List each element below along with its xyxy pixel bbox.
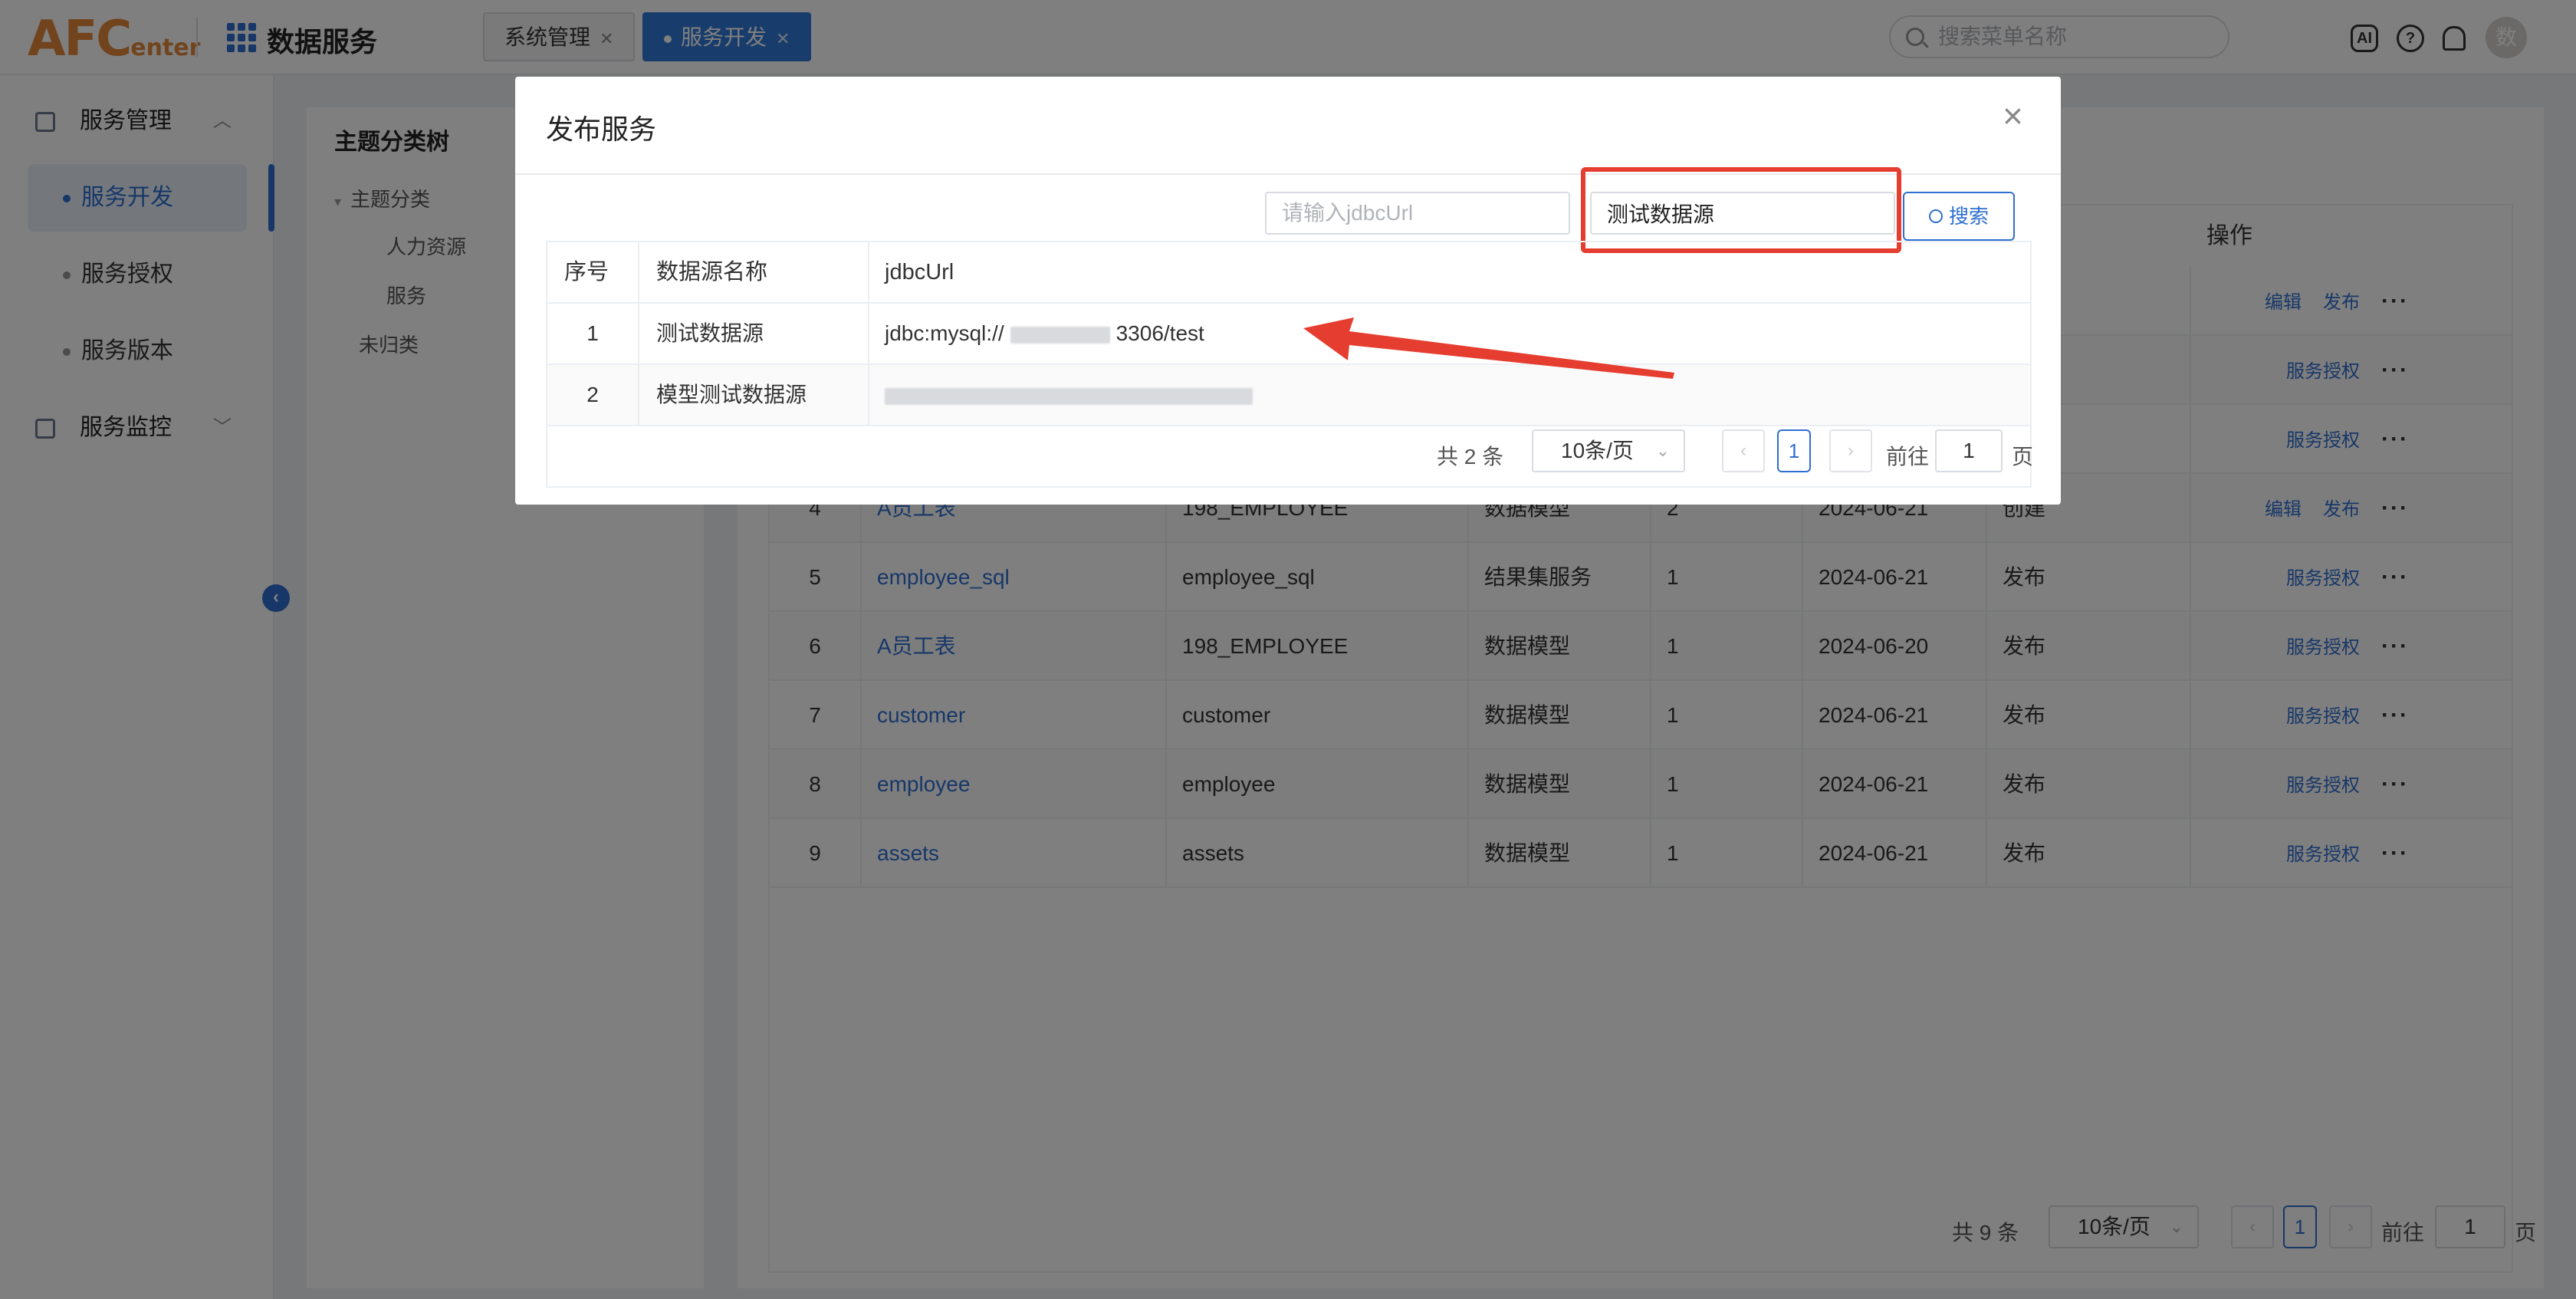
row-jdbc-url: jdbc:mysql:// 3306/test bbox=[869, 304, 2030, 363]
column-header-jdbc: jdbcUrl bbox=[885, 260, 955, 284]
search-button[interactable]: 搜索 bbox=[1903, 192, 2015, 241]
table-row[interactable]: 1 测试数据源 jdbc:mysql:// 3306/test bbox=[547, 304, 2030, 365]
total-count: 共 2 条 bbox=[1437, 445, 1504, 469]
redacted-block bbox=[1010, 326, 1110, 344]
jdbc-url-suffix: 3306/test bbox=[1116, 321, 1204, 345]
next-page-button[interactable]: › bbox=[1829, 429, 1872, 472]
row-datasource-name: 模型测试数据源 bbox=[639, 365, 869, 425]
prev-page-button[interactable]: ‹ bbox=[1722, 429, 1765, 472]
column-header-name: 数据源名称 bbox=[639, 242, 869, 302]
table-row[interactable]: 2 模型测试数据源 bbox=[547, 365, 2030, 426]
datasource-table-pager: 共 2 条 10条/页 ⌄ ‹ 1 › 前往 1 页 bbox=[1437, 429, 2033, 475]
jdbc-url-prefix: jdbc:mysql:// bbox=[885, 321, 1004, 345]
row-no: 1 bbox=[547, 304, 639, 363]
page-size-value: 10条/页 bbox=[1561, 439, 1634, 462]
row-no: 2 bbox=[547, 365, 639, 425]
page-number-1[interactable]: 1 bbox=[1777, 429, 1811, 472]
row-datasource-name: 测试数据源 bbox=[639, 304, 869, 363]
goto-label: 前往 bbox=[1886, 445, 1930, 469]
chevron-down-icon: ⌄ bbox=[1655, 441, 1670, 460]
goto-page-input[interactable]: 1 bbox=[1935, 429, 2003, 472]
page-unit: 页 bbox=[2012, 445, 2034, 469]
row-jdbc-url bbox=[869, 365, 2030, 425]
close-icon[interactable]: × bbox=[2003, 98, 2023, 133]
page-size-select[interactable]: 10条/页 ⌄ bbox=[1532, 429, 1685, 472]
dialog-title: 发布服务 bbox=[546, 113, 657, 145]
publish-service-dialog: 发布服务 × 搜索 序号 数据源名称 jdbcUrl 1 测试数据源 jdbc:… bbox=[515, 77, 2061, 505]
search-icon bbox=[1928, 209, 1943, 224]
datasource-table: 序号 数据源名称 jdbcUrl 1 测试数据源 jdbc:mysql:// 33… bbox=[546, 241, 2033, 488]
search-button-label: 搜索 bbox=[1948, 205, 1989, 228]
jdbc-url-input[interactable] bbox=[1265, 192, 1570, 235]
redacted-block bbox=[885, 387, 1253, 405]
table-header-row: 序号 数据源名称 jdbcUrl bbox=[547, 242, 2030, 304]
column-header-no: 序号 bbox=[547, 242, 639, 302]
